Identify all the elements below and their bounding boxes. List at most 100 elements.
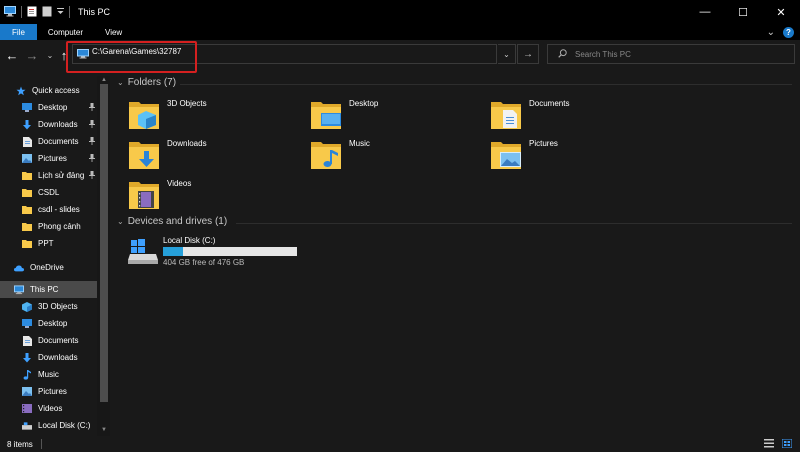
sidebar-item-videos[interactable]: Videos [0,400,97,417]
status-separator [40,439,42,449]
sidebar-item-3d-objects[interactable]: 3D Objects [0,298,97,315]
videos-folder-icon [129,182,159,209]
music-icon [22,369,32,380]
folder-label: 3D Objects [167,99,207,108]
large-icons-view-icon[interactable] [781,438,793,450]
folder-tile-desktop[interactable]: Desktop [311,99,481,137]
documents-icon [22,335,32,346]
quick-access-toolbar [0,0,70,24]
star-icon [16,86,26,96]
3d-objects-icon [22,301,32,312]
sidebar-item-label: Documents [38,336,79,345]
tab-file[interactable]: File [0,24,37,40]
collapse-chevron-icon[interactable]: ⌄ [117,217,124,226]
sidebar-item-label: Desktop [38,103,68,112]
back-button[interactable]: ← [4,47,20,63]
folder-icon [22,171,32,181]
scroll-down-arrow-icon[interactable]: ▼ [99,427,109,435]
sidebar-item-label: Quick access [32,86,80,95]
folder-label: Downloads [167,139,207,148]
sidebar-item-desktop-pc[interactable]: Desktop [0,315,97,332]
close-button[interactable]: ✕ [762,0,800,24]
new-folder-icon[interactable] [42,6,52,19]
onedrive-icon [14,263,24,273]
downloads-folder-icon [129,142,159,169]
sidebar-item-documents[interactable]: Documents [0,133,97,150]
go-button[interactable]: → [517,44,539,64]
folder-tile-pictures[interactable]: Pictures [491,139,661,177]
sidebar-item-pictures-pc[interactable]: Pictures [0,383,97,400]
sidebar-item-desktop[interactable]: Desktop [0,99,97,116]
sidebar-item-quick-access[interactable]: Quick access [0,82,97,99]
sidebar-item-ppt[interactable]: PPT [0,235,97,252]
folder-icon [22,205,32,215]
view-toggle-buttons [764,438,793,450]
drive-usage-fill [163,247,184,256]
window-controls: — ☐ ✕ [686,0,800,24]
sidebar-item-lich-su-dang[interactable]: Lịch sử đảng [0,167,97,184]
folder-tile-3d-objects[interactable]: 3D Objects [129,99,299,137]
devices-header-label: Devices and drives (1) [127,216,228,227]
sidebar-item-local-disk[interactable]: Local Disk (C:) [0,417,97,434]
sidebar-item-music[interactable]: Music [0,366,97,383]
forward-button[interactable]: → [24,47,40,63]
folder-label: Videos [167,179,192,188]
sidebar-item-label: PPT [38,239,54,248]
group-divider [236,223,792,224]
folder-label: Documents [529,99,570,108]
maximize-button[interactable]: ☐ [724,0,762,24]
pin-icon[interactable] [89,171,95,179]
expand-ribbon-icon[interactable]: ⌄ [767,27,775,38]
pin-icon[interactable] [89,103,95,111]
drive-tile-local-disk[interactable]: Local Disk (C:) 404 GB free of 476 GB [128,234,318,272]
downloads-icon [22,352,32,363]
item-count: 8 items [7,439,33,449]
devices-group-header[interactable]: ⌄ Devices and drives (1) [117,216,227,227]
navigation-scrollbar-thumb[interactable] [100,84,108,402]
drive-usage-bar [163,247,297,256]
tab-computer[interactable]: Computer [37,24,94,40]
downloads-icon [22,119,32,130]
sidebar-item-documents-pc[interactable]: Documents [0,332,97,349]
help-icon[interactable]: ? [783,26,794,38]
sidebar-item-label: Pictures [38,387,67,396]
pin-icon[interactable] [89,137,95,145]
collapse-chevron-icon[interactable]: ⌄ [117,78,124,87]
status-bar: 8 items [0,436,800,452]
sidebar-item-label: Pictures [38,154,67,163]
documents-folder-icon [491,102,521,129]
sidebar-item-downloads-pc[interactable]: Downloads [0,349,97,366]
folder-tile-videos[interactable]: Videos [129,179,299,217]
folder-tile-downloads[interactable]: Downloads [129,139,299,177]
sidebar-item-onedrive[interactable]: OneDrive [0,259,97,276]
window-title: This PC [78,7,111,17]
pin-icon[interactable] [89,120,95,128]
folders-group-header[interactable]: ⌄ Folders (7) [117,77,176,88]
sidebar-item-pictures[interactable]: Pictures [0,150,97,167]
minimize-button[interactable]: — [686,0,724,24]
address-dropdown-button[interactable]: ⌄ [498,44,516,64]
sidebar-item-downloads[interactable]: Downloads [0,116,97,133]
folder-tile-music[interactable]: Music [311,139,481,177]
customize-qa-icon[interactable] [57,7,64,17]
drive-icon [22,421,32,431]
windows-drive-icon [128,239,158,264]
documents-icon [22,136,32,147]
tab-view[interactable]: View [94,24,133,40]
pictures-icon [22,154,32,164]
sidebar-item-csdl-slides[interactable]: csdl - slides [0,201,97,218]
search-input[interactable] [575,49,775,59]
properties-icon[interactable] [27,6,37,19]
sidebar-item-this-pc[interactable]: This PC [0,281,97,298]
qa-separator [21,6,22,18]
pin-icon[interactable] [89,154,95,162]
sidebar-item-label: Documents [38,137,79,146]
search-box[interactable] [547,44,795,64]
folder-tile-documents[interactable]: Documents [491,99,661,137]
this-pc-icon[interactable] [4,5,16,19]
details-view-icon[interactable] [764,439,774,450]
3d-objects-folder-icon [129,102,159,129]
sidebar-item-csdl[interactable]: CSDL [0,184,97,201]
sidebar-item-phong-canh[interactable]: Phong cảnh [0,218,97,235]
title-bar: This PC — ☐ ✕ [0,0,800,24]
